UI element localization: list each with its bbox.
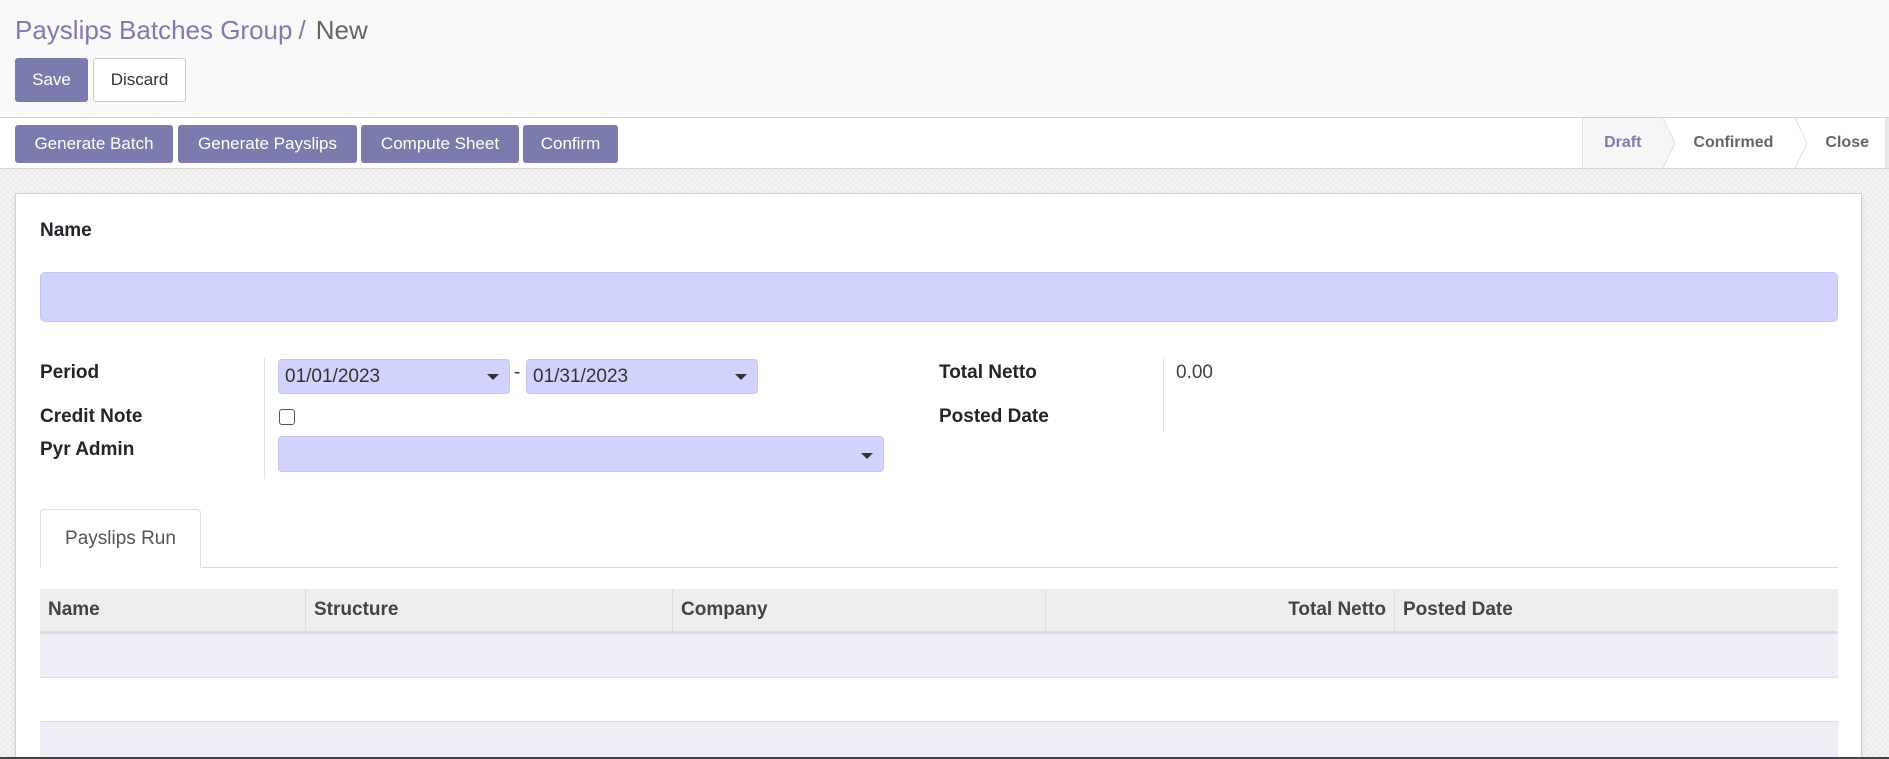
form-header: Generate Batch Generate Payslips Compute… [0,118,1889,169]
caret-down-icon [487,374,499,380]
column-header-name[interactable]: Name [40,589,306,631]
generate-batch-button[interactable]: Generate Batch [15,125,173,163]
discard-button[interactable]: Discard [93,58,186,102]
status-step-label: Confirmed [1693,134,1774,151]
date-separator: - [514,362,521,383]
date-from-value: 01/01/2023 [285,366,381,387]
tab-divider [40,567,1838,568]
column-header-posted-date[interactable]: Posted Date [1395,589,1838,631]
name-input[interactable] [40,272,1838,322]
breadcrumb-separator: / [298,15,306,45]
control-panel: Payslips Batches Group / New Save Discard [0,0,1889,118]
posted-date-label: Posted Date [939,406,1049,427]
status-step-label: Close [1825,134,1869,151]
total-netto-label: Total Netto [939,362,1037,383]
period-label: Period [40,362,100,383]
credit-note-checkbox[interactable] [279,409,295,425]
pyr-admin-select[interactable] [278,436,884,472]
compute-sheet-button[interactable]: Compute Sheet [361,125,519,163]
form-sheet: Name Period 01/01/2023 - 01/31/2023 Cred… [15,193,1862,759]
column-header-structure[interactable]: Structure [306,589,673,631]
status-step-label: Draft [1604,134,1642,151]
date-to-value: 01/31/2023 [533,366,629,387]
table-header: Name Structure Company Total Netto Poste… [40,589,1838,634]
status-step-draft[interactable]: Draft [1583,118,1676,168]
date-to-field[interactable]: 01/31/2023 [526,359,758,394]
caret-down-icon [861,453,873,459]
divider [264,358,265,479]
column-header-total-netto[interactable]: Total Netto [1046,589,1395,631]
divider [1163,358,1164,432]
confirm-button[interactable]: Confirm [523,125,618,163]
table-row-empty [40,678,1838,722]
tab-payslips-run[interactable]: Payslips Run [40,509,201,568]
breadcrumb-parent-link[interactable]: Payslips Batches Group [15,15,292,45]
table-row-empty [40,634,1838,678]
chevron-right-icon [1663,118,1676,168]
save-button[interactable]: Save [15,58,88,102]
breadcrumb: Payslips Batches Group / New [15,14,368,46]
scrollbar[interactable] [1862,169,1889,759]
breadcrumb-current: New [315,15,368,45]
generate-payslips-button[interactable]: Generate Payslips [178,125,357,163]
payslips-run-table: Name Structure Company Total Netto Poste… [40,589,1838,759]
date-from-field[interactable]: 01/01/2023 [278,359,510,394]
caret-down-icon [735,374,747,380]
total-netto-value: 0.00 [1176,362,1213,383]
pyr-admin-label: Pyr Admin [40,439,135,460]
column-header-company[interactable]: Company [673,589,1046,631]
statusbar: Draft Confirmed Close [1582,118,1889,168]
chevron-right-icon [1795,118,1808,168]
status-step-confirmed[interactable]: Confirmed [1663,118,1808,168]
name-label: Name [40,220,92,241]
table-row-empty [40,722,1838,759]
status-step-close[interactable]: Close [1795,118,1889,168]
credit-note-label: Credit Note [40,406,143,427]
